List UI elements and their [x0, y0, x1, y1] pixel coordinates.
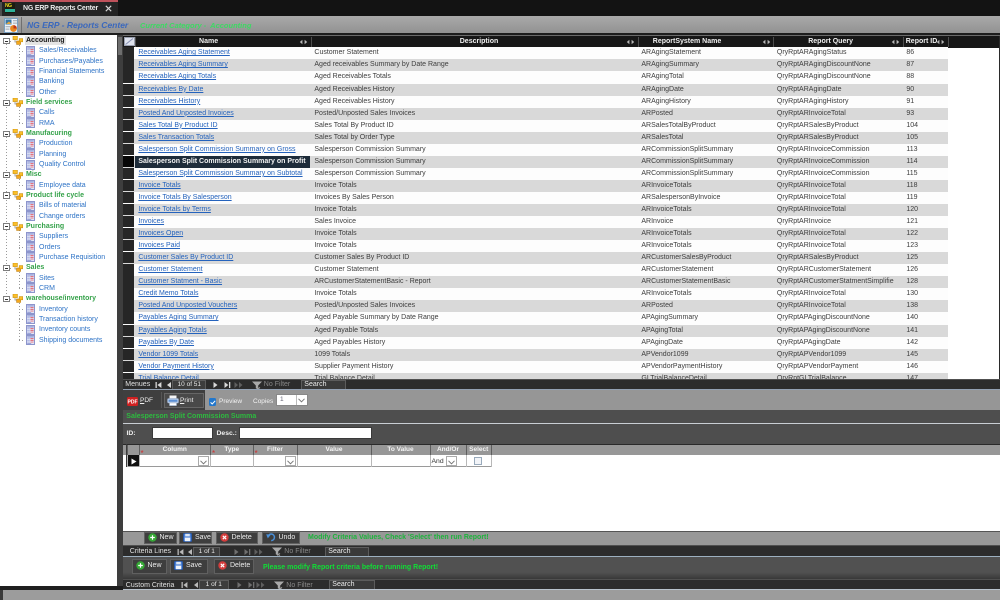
svg-text:PDF: PDF [128, 399, 138, 405]
